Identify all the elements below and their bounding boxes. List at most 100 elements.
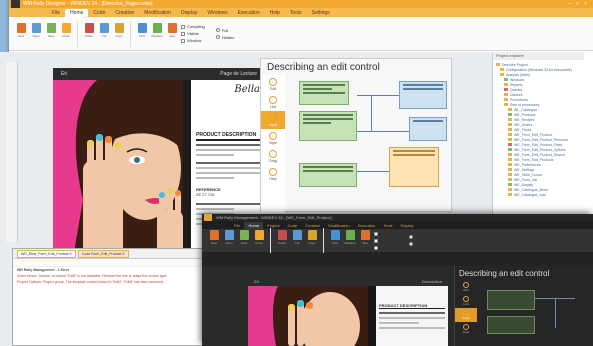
dark-ribbon-button[interactable]: Find: [329, 229, 341, 252]
dark-ribbon-tab[interactable]: Home: [244, 222, 264, 229]
dark-ribbon-checkbox-label: Window: [380, 245, 395, 250]
dark-ribbon-checkbox[interactable]: Compiling: [374, 231, 398, 236]
message-tab[interactable]: Code Form_Edit_Product.S: [77, 250, 129, 258]
ribbon-button[interactable]: Save: [45, 22, 57, 45]
ribbon-tab[interactable]: Windows: [202, 9, 232, 17]
tree-item-icon: [508, 118, 512, 121]
tutorial-step[interactable]: Style: [261, 129, 285, 147]
dark-ribbon-button[interactable]: Replace: [344, 229, 356, 252]
ribbon-button-label: New: [17, 33, 24, 38]
dark-window-title: WM Rally Management - WINDEV 24 - [WE_Fo…: [216, 215, 332, 220]
ribbon-tab[interactable]: Display: [176, 9, 202, 17]
ribbon-tab[interactable]: Tools: [285, 9, 307, 17]
message-tab[interactable]: WD_Blow_Form_Edit_Product.S: [17, 250, 76, 258]
dark-ribbon-button-icon: [224, 229, 234, 240]
tutorial-step-label: Style: [269, 140, 277, 145]
dark-ribbon-option-label: Hidden: [414, 241, 428, 247]
close-icon[interactable]: ×: [584, 1, 587, 7]
dark-page-preview[interactable]: Eti Description PRODUCT DESCRIPTION: [248, 276, 448, 346]
ribbon-button[interactable]: Close: [60, 22, 72, 45]
dark-ribbon-tab[interactable]: Code: [284, 222, 302, 229]
ribbon-checkbox[interactable]: Compiling: [181, 24, 205, 29]
ribbon-tab[interactable]: Settings: [307, 9, 335, 17]
dark-ribbon-button[interactable]: Cut: [291, 229, 303, 252]
message-line[interactable]: Project Options: Project group. The temp…: [13, 279, 205, 285]
ribbon-button[interactable]: Cut: [98, 22, 110, 45]
tree-item[interactable]: WE_Catalogue_Add: [496, 192, 581, 197]
tree-item-icon: [508, 128, 512, 131]
tree-item-label: WE_Display: [514, 182, 534, 187]
ribbon-tab[interactable]: Home: [65, 9, 89, 17]
tree-item-label: WE_Settings: [514, 167, 535, 172]
ribbon-tab[interactable]: Modification: [139, 9, 176, 17]
tutorial-step[interactable]: Help: [261, 165, 285, 183]
ribbon-tab[interactable]: Help: [265, 9, 285, 17]
tutorial-step[interactable]: Link: [261, 93, 285, 111]
dark-ribbon-option[interactable]: Full: [408, 235, 428, 240]
dark-tutorial-step[interactable]: Input: [455, 308, 477, 322]
dark-ribbon-tab[interactable]: Project: [263, 222, 283, 229]
dark-ribbon-tabs: File Home Project Code Creation Modification E…: [202, 221, 593, 229]
tree-item-label: WL_Catalogue: [514, 107, 538, 112]
dark-ribbon-button[interactable]: Test: [359, 229, 371, 252]
dark-ribbon-separator: [323, 227, 324, 254]
tutorial-step[interactable]: Edit: [261, 75, 285, 93]
dark-ribbon-tab[interactable]: Modification: [324, 222, 353, 229]
ribbon-option-label: Hidden: [221, 34, 235, 40]
dark-model-photo-image: [248, 286, 368, 346]
dark-ribbon-toolbar: New Open Save Close Paste Cut Copy Find Replace T…: [202, 227, 593, 254]
dark-ribbon-button-icon: [277, 229, 287, 240]
dark-ribbon-checkbox[interactable]: Visible: [374, 238, 398, 243]
tree-item-icon: [508, 108, 512, 111]
ribbon-button[interactable]: Copy: [113, 22, 125, 45]
dark-ribbon-button[interactable]: Copy: [306, 229, 318, 252]
ribbon-button-label: Save: [47, 33, 55, 38]
tutorial-step[interactable]: Drag: [261, 147, 285, 165]
tree-item-icon: [500, 68, 504, 71]
ribbon-button-icon: [114, 22, 124, 33]
tutorial-step[interactable]: Input: [261, 111, 285, 129]
ribbon-tab[interactable]: File: [47, 9, 65, 17]
dark-ribbon-button[interactable]: Open: [223, 229, 235, 252]
dark-ribbon-option[interactable]: Hidden: [408, 241, 428, 247]
minimize-icon[interactable]: –: [568, 1, 571, 7]
ribbon-tab[interactable]: Code: [88, 9, 110, 17]
tree-item-icon: [508, 188, 512, 191]
dark-ribbon-button[interactable]: Save: [238, 229, 250, 252]
dark-ribbon-button[interactable]: New: [208, 229, 220, 252]
ribbon-tab[interactable]: Creation: [110, 9, 139, 17]
ribbon-button[interactable]: Open: [30, 22, 42, 45]
ribbon-checkbox[interactable]: Visible: [181, 31, 205, 36]
ribbon-button[interactable]: Paste: [83, 22, 95, 45]
message-tabs: WD_Blow_Form_Edit_Product.S Code Form_Edi…: [13, 249, 205, 259]
dark-ribbon-tab[interactable]: Creation: [301, 222, 324, 229]
ribbon-button[interactable]: Replace: [151, 22, 163, 45]
ribbon-options: Full Hidden: [215, 28, 235, 40]
tree-item-label: Queries: [510, 87, 523, 92]
tutorial-steps: Edit Link Input Style Drag Help: [261, 75, 285, 213]
ribbon-button[interactable]: Find: [136, 22, 148, 45]
tree-item-icon: [508, 193, 512, 196]
dark-tutorial-step[interactable]: Link: [455, 294, 477, 308]
dark-ribbon-checkbox[interactable]: Window: [374, 245, 398, 250]
tree-item[interactable]: Configuration (Windows 32-bit executable…: [496, 67, 581, 72]
dark-ribbon-button[interactable]: Close: [253, 229, 265, 252]
dark-ribbon-tab[interactable]: Tools: [379, 222, 396, 229]
maximize-icon[interactable]: □: [576, 1, 579, 7]
tutorial-step-icon: [269, 77, 277, 86]
ribbon-option[interactable]: Hidden: [215, 34, 235, 40]
dark-ribbon-button[interactable]: Paste: [276, 229, 288, 252]
dark-ribbon-tab[interactable]: Display: [397, 222, 418, 229]
ribbon-checkbox[interactable]: Window: [181, 38, 205, 43]
dark-ribbon-tab[interactable]: Execution: [354, 222, 380, 229]
ribbon-button[interactable]: New: [15, 22, 27, 45]
dark-ribbon-button-label: Close: [255, 240, 263, 245]
dark-ribbon-tab[interactable]: File: [230, 222, 244, 229]
ribbon-option[interactable]: Full: [215, 28, 235, 33]
ribbon-tab[interactable]: Execution: [233, 9, 265, 17]
page-right-header: Page de Lecture: [220, 71, 257, 77]
dark-tutorial-step[interactable]: Style: [455, 322, 477, 336]
dark-tutorial-step[interactable]: Edit: [455, 280, 477, 294]
ribbon-button[interactable]: Test: [166, 22, 178, 45]
ribbon-button-label: Copy: [115, 33, 123, 38]
